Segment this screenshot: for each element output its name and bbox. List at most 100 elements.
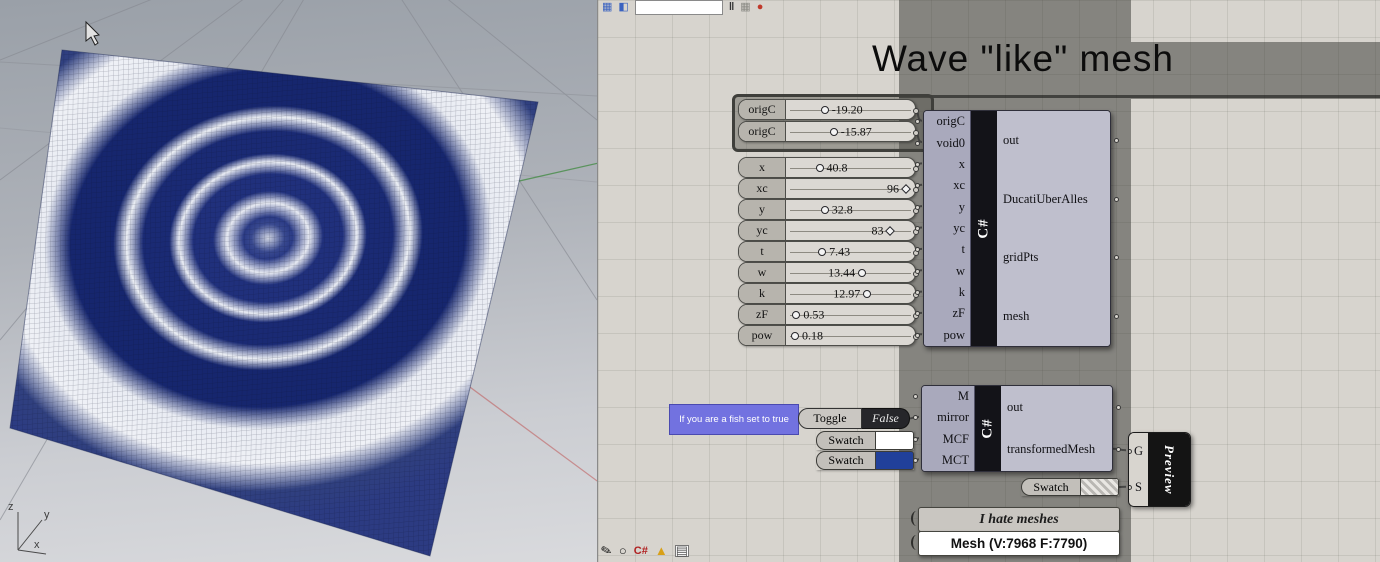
number-slider-t[interactable]: t 7.43 [738, 241, 919, 262]
blue-panel-icon[interactable]: ◧ [618, 1, 628, 13]
input-port[interactable]: MCT [913, 453, 974, 468]
number-slider-w[interactable]: w 13.44 [738, 262, 919, 283]
toggle-note[interactable]: If you are a fish set to true [669, 404, 799, 435]
output-port[interactable]: transformedMesh [1001, 442, 1121, 457]
preview-body[interactable]: Preview [1148, 433, 1190, 506]
circle-icon[interactable]: ○ [619, 544, 627, 558]
slider-track[interactable]: 40.8 [786, 158, 915, 177]
toggle-value[interactable]: False [862, 408, 910, 429]
output-port[interactable]: out [1001, 400, 1121, 415]
port-dot-icon[interactable] [915, 161, 920, 167]
number-slider-x[interactable]: x 40.8 [738, 157, 919, 178]
input-port[interactable]: w [915, 264, 970, 279]
input-port[interactable]: x [915, 157, 970, 172]
port-dot-icon[interactable] [1114, 137, 1119, 143]
output-port[interactable]: out [997, 133, 1119, 148]
input-port[interactable]: mirror [913, 410, 974, 425]
port-dot-icon[interactable] [915, 268, 920, 274]
number-slider-zF[interactable]: zF 0.53 [738, 304, 919, 325]
swatch-color[interactable] [876, 431, 914, 450]
component-name: C# [975, 218, 992, 239]
preview-component[interactable]: G S Preview [1128, 432, 1191, 507]
slider-knob[interactable] [815, 163, 824, 172]
slider-track[interactable]: 96 [786, 179, 915, 198]
input-port[interactable]: k [915, 285, 970, 300]
port-dot-icon[interactable] [913, 457, 918, 463]
note-panel[interactable]: I hate meshes [911, 507, 1120, 532]
port-dot-icon[interactable] [913, 436, 918, 442]
slider-knob[interactable] [792, 310, 801, 319]
number-slider-pow[interactable]: pow 0.18 [738, 325, 919, 346]
port-dot-icon[interactable] [1129, 485, 1132, 491]
slider-track[interactable]: 32.8 [786, 200, 915, 219]
port-dot-icon[interactable] [1129, 448, 1132, 454]
port-dot-icon[interactable] [915, 140, 920, 146]
number-slider-origC-1[interactable]: origC -19.20 [738, 99, 919, 120]
input-port[interactable]: origC [915, 114, 970, 129]
slider-knob[interactable] [820, 205, 829, 214]
input-port[interactable]: yc [915, 221, 970, 236]
colour-swatch-blue[interactable]: Swatch [816, 451, 914, 470]
slider-track[interactable]: 0.18 [786, 326, 915, 345]
input-port[interactable]: M [913, 389, 974, 404]
input-port[interactable]: MCF [913, 432, 974, 447]
input-port[interactable]: S [1129, 480, 1148, 495]
slider-knob[interactable] [820, 105, 829, 114]
input-port[interactable]: xc [915, 178, 970, 193]
component-name-bar[interactable]: C# [971, 111, 997, 346]
input-port[interactable]: zF [915, 306, 970, 321]
wave-mesh-wireframe [10, 50, 538, 556]
csharp-icon[interactable]: C# [634, 544, 648, 558]
slider-track[interactable]: -15.87 [786, 122, 915, 141]
slider-knob[interactable] [818, 247, 827, 256]
port-dot-icon[interactable] [915, 225, 920, 231]
input-port[interactable]: y [915, 199, 970, 215]
colour-swatch-white[interactable]: Swatch [816, 431, 914, 450]
slider-knob[interactable] [791, 331, 800, 340]
mesh-info-panel[interactable]: Mesh (V:7968 F:7790) [911, 531, 1120, 556]
number-slider-k[interactable]: k 12.97 [738, 283, 919, 304]
port-label: y [958, 199, 965, 214]
number-slider-y[interactable]: y 32.8 [738, 199, 919, 220]
slider-knob[interactable] [829, 127, 838, 136]
panel-icon[interactable]: ▤ [674, 544, 689, 557]
colour-swatch-hatched[interactable]: Swatch [1021, 478, 1119, 496]
sketch-icon[interactable]: ✎ [599, 542, 613, 559]
slider-track[interactable]: 83 [786, 221, 915, 240]
boolean-toggle[interactable]: Toggle False [798, 408, 910, 429]
grasshopper-canvas[interactable]: Wave "like" mesh origC -19.20 origC -15.… [597, 0, 1380, 562]
swatch-color[interactable] [876, 451, 914, 470]
input-port[interactable]: pow [915, 328, 970, 343]
component-name-bar[interactable]: C# [975, 386, 1001, 471]
slider-track[interactable]: 7.43 [786, 242, 915, 261]
blue-grid-icon[interactable]: ▦ [602, 1, 612, 13]
script-icon[interactable]: ▲ [655, 544, 668, 558]
slider-knob[interactable] [863, 289, 872, 298]
number-slider-xc[interactable]: xc 96 [738, 178, 919, 199]
input-port[interactable]: t [915, 242, 970, 257]
number-slider-yc[interactable]: yc 83 [738, 220, 919, 241]
slider-track[interactable]: 13.44 [786, 263, 915, 282]
port-dot-icon[interactable] [1116, 404, 1121, 410]
slider-track[interactable]: 12.97 [786, 284, 915, 303]
output-port[interactable]: gridPts [997, 250, 1119, 265]
csharp-script-component[interactable]: origC void0 x xc y yc t w k zF pow C# ou… [915, 110, 1119, 347]
toolbar-combo-box[interactable] [634, 0, 723, 15]
port-dot-icon[interactable] [915, 204, 920, 210]
port-dot-icon[interactable] [915, 332, 920, 338]
pause-icon[interactable]: ‖ [729, 1, 734, 13]
slider-knob[interactable] [858, 268, 867, 277]
csharp-mirror-component[interactable]: M mirror MCF MCT C# out transformedMesh [913, 385, 1121, 472]
input-port[interactable]: G [1129, 444, 1148, 459]
output-port[interactable]: DucatiUberAlles [997, 192, 1119, 207]
output-port[interactable]: mesh [997, 309, 1119, 324]
swatch-color[interactable] [1081, 478, 1119, 496]
port-dot-icon[interactable] [1114, 196, 1119, 202]
slider-track[interactable]: 0.53 [786, 305, 915, 324]
snap-grid-icon[interactable]: ▦ [740, 1, 750, 13]
rhino-viewport[interactable]: z y x [0, 0, 597, 562]
input-port[interactable]: void0 [915, 136, 970, 151]
record-icon[interactable]: ● [757, 1, 764, 13]
slider-track[interactable]: -19.20 [786, 100, 915, 119]
number-slider-origC-2[interactable]: origC -15.87 [738, 121, 919, 142]
